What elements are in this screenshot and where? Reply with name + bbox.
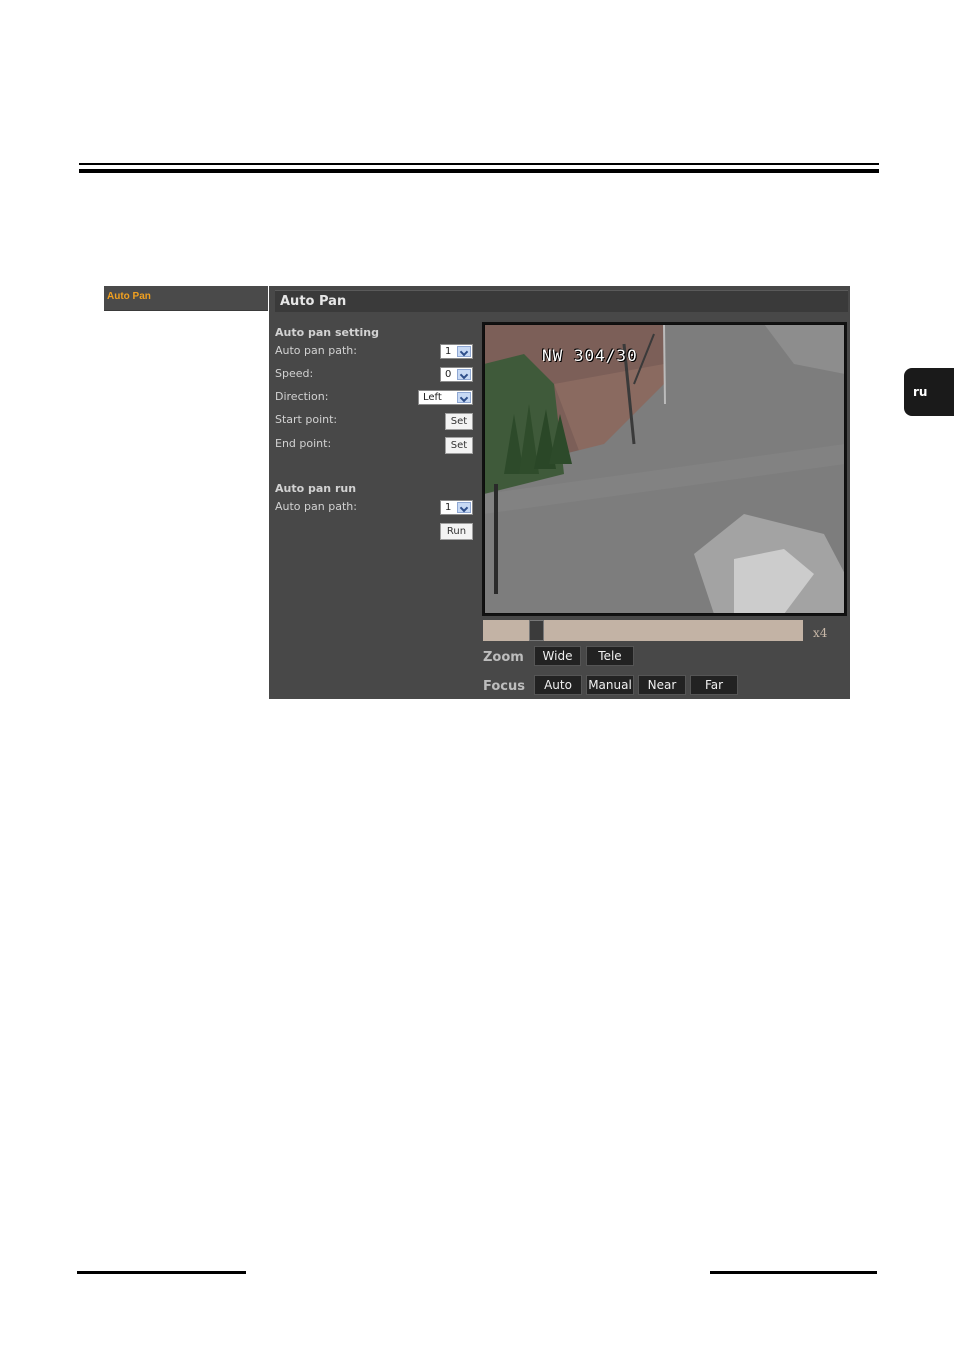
- setting-path-label: Auto pan path:: [275, 344, 357, 357]
- header-rule-thin: [79, 163, 879, 165]
- header-rule-thick: [79, 169, 879, 173]
- chevron-down-icon: [457, 346, 471, 357]
- focus-auto-button[interactable]: Auto: [534, 675, 582, 695]
- zoom-level-readout: x4: [813, 626, 828, 640]
- chevron-down-icon: [457, 502, 471, 513]
- setting-path-value: 1: [445, 346, 452, 357]
- language-tab: ru: [904, 368, 954, 416]
- end-point-set-button[interactable]: Set: [445, 437, 473, 454]
- start-point-label: Start point:: [275, 413, 338, 426]
- camera-video-view[interactable]: NW 304/30: [482, 322, 847, 616]
- focus-manual-button[interactable]: Manual: [586, 675, 634, 695]
- end-point-label: End point:: [275, 437, 332, 450]
- chevron-down-icon: [457, 369, 471, 380]
- sidebar: Auto Pan: [104, 286, 268, 311]
- focus-label: Focus: [483, 679, 525, 694]
- video-osd-text: NW 304/30: [542, 346, 638, 365]
- speed-select[interactable]: 0: [440, 367, 473, 382]
- footer-rule-right: [710, 1271, 877, 1274]
- language-tab-label: ru: [913, 385, 928, 399]
- start-point-set-button[interactable]: Set: [445, 413, 473, 430]
- direction-value: Left: [423, 392, 442, 403]
- setting-path-select[interactable]: 1: [440, 344, 473, 359]
- page-title: Auto Pan: [280, 294, 347, 309]
- zoom-wide-button[interactable]: Wide: [534, 646, 581, 666]
- run-button[interactable]: Run: [440, 523, 473, 540]
- panel-header: Auto Pan: [275, 290, 848, 312]
- direction-select[interactable]: Left: [418, 390, 473, 405]
- chevron-down-icon: [457, 392, 471, 403]
- sidebar-item-auto-pan[interactable]: Auto Pan: [107, 291, 151, 302]
- speed-label: Speed:: [275, 367, 314, 380]
- focus-near-button[interactable]: Near: [638, 675, 686, 695]
- camera-scene-image: [484, 324, 845, 614]
- auto-pan-panel: Auto Pan Auto pan setting Auto pan path:…: [269, 286, 850, 699]
- footer-rule-left: [77, 1271, 246, 1274]
- run-path-select[interactable]: 1: [440, 500, 473, 515]
- zoom-slider-thumb[interactable]: [529, 620, 544, 641]
- zoom-tele-button[interactable]: Tele: [586, 646, 634, 666]
- zoom-label: Zoom: [483, 650, 524, 665]
- speed-value: 0: [445, 369, 452, 380]
- auto-pan-run-heading: Auto pan run: [275, 482, 357, 495]
- run-path-label: Auto pan path:: [275, 500, 357, 513]
- focus-far-button[interactable]: Far: [690, 675, 738, 695]
- run-path-value: 1: [445, 502, 452, 513]
- direction-label: Direction:: [275, 390, 329, 403]
- zoom-slider[interactable]: [483, 620, 803, 641]
- auto-pan-setting-heading: Auto pan setting: [275, 326, 379, 339]
